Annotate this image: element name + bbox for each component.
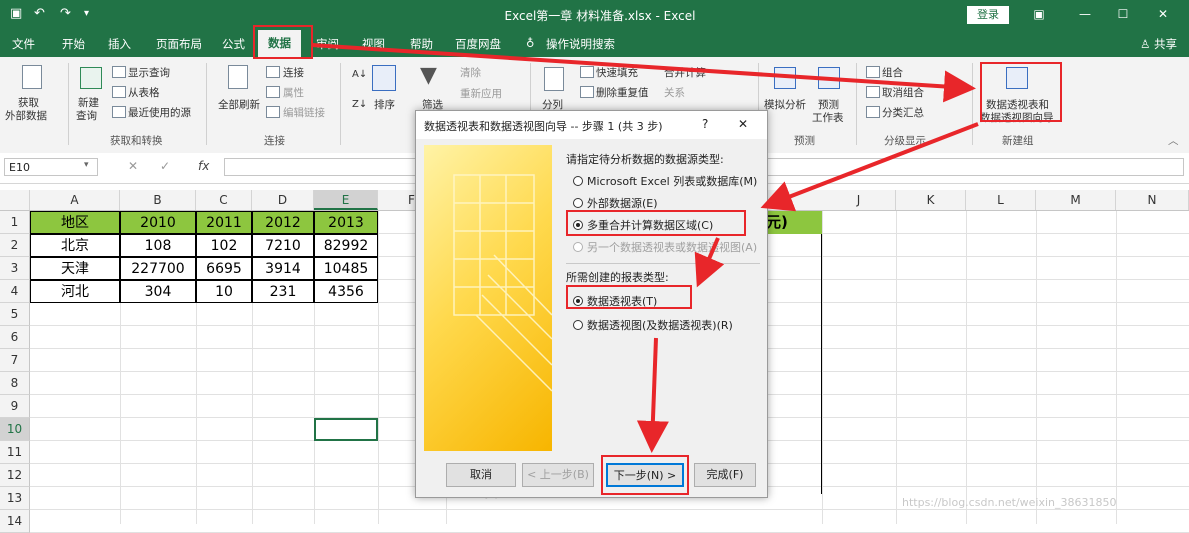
watermark: https://blog.csdn.net/weixin_38631850 [902, 496, 1117, 509]
arrow-to-pivot-table [694, 237, 725, 288]
arrow-to-pivot-wizard [311, 43, 976, 103]
annotation-arrows [311, 43, 979, 453]
arrow-to-next [636, 337, 669, 453]
arrow-to-multi-consolidation [760, 122, 979, 212]
